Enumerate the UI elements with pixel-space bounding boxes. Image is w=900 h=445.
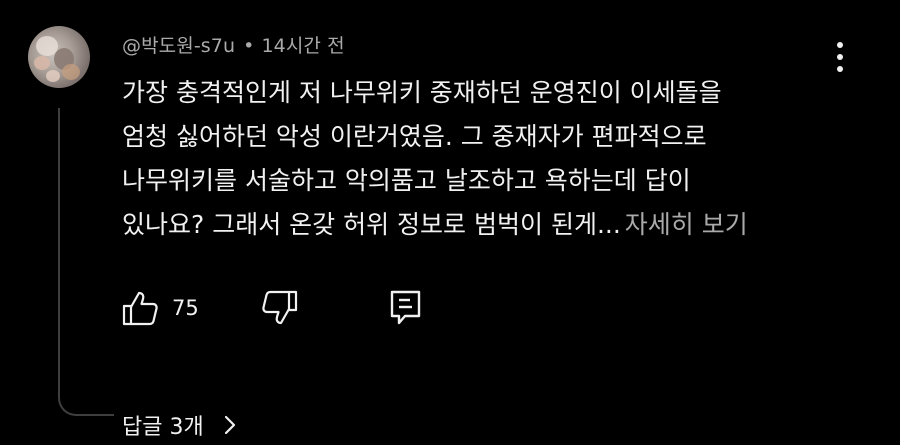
like-count: 75 (172, 296, 199, 320)
comment-line: 나무위키를 서술하고 악의품고 날조하고 욕하는데 답이 (122, 166, 691, 195)
author-handle[interactable]: @박도원-s7u (122, 35, 235, 57)
reply-comment-icon[interactable] (386, 288, 426, 332)
separator-dot: • (243, 35, 255, 57)
chevron-right-icon (223, 414, 237, 442)
comment-body: 가장 충격적인게 저 나무위키 중재하던 운영진이 이세돌을 엄청 싫어하던 악… (122, 71, 842, 247)
comment-line: 엄청 싫어하던 악성 이란거였음. 그 중재자가 편파적으로 (122, 122, 707, 151)
replies-label: 답글 3개 (122, 415, 204, 440)
thumb-down-icon[interactable] (260, 288, 300, 332)
view-replies-button[interactable]: 답글 3개 (122, 409, 237, 442)
avatar-detail (46, 70, 60, 82)
more-vert-icon[interactable] (830, 40, 850, 74)
comment-line: 있나요? 그래서 온갖 허위 정보로 범벅이 된게... (122, 210, 621, 239)
comment-timestamp: 14시간 전 (261, 35, 345, 57)
thumb-up-icon[interactable] (120, 288, 160, 332)
avatar-detail (62, 64, 80, 80)
avatar[interactable] (28, 26, 90, 88)
comment-header: @박도원-s7u • 14시간 전 (122, 31, 345, 58)
comment-line: 가장 충격적인게 저 나무위키 중재하던 운영진이 이세돌을 (122, 78, 722, 107)
thread-line (58, 108, 114, 416)
comment-line-last: 있나요? 그래서 온갖 허위 정보로 범벅이 된게... 자세히 보기 (122, 203, 842, 247)
avatar-detail (34, 56, 50, 70)
read-more-link[interactable]: 자세히 보기 (625, 210, 748, 239)
